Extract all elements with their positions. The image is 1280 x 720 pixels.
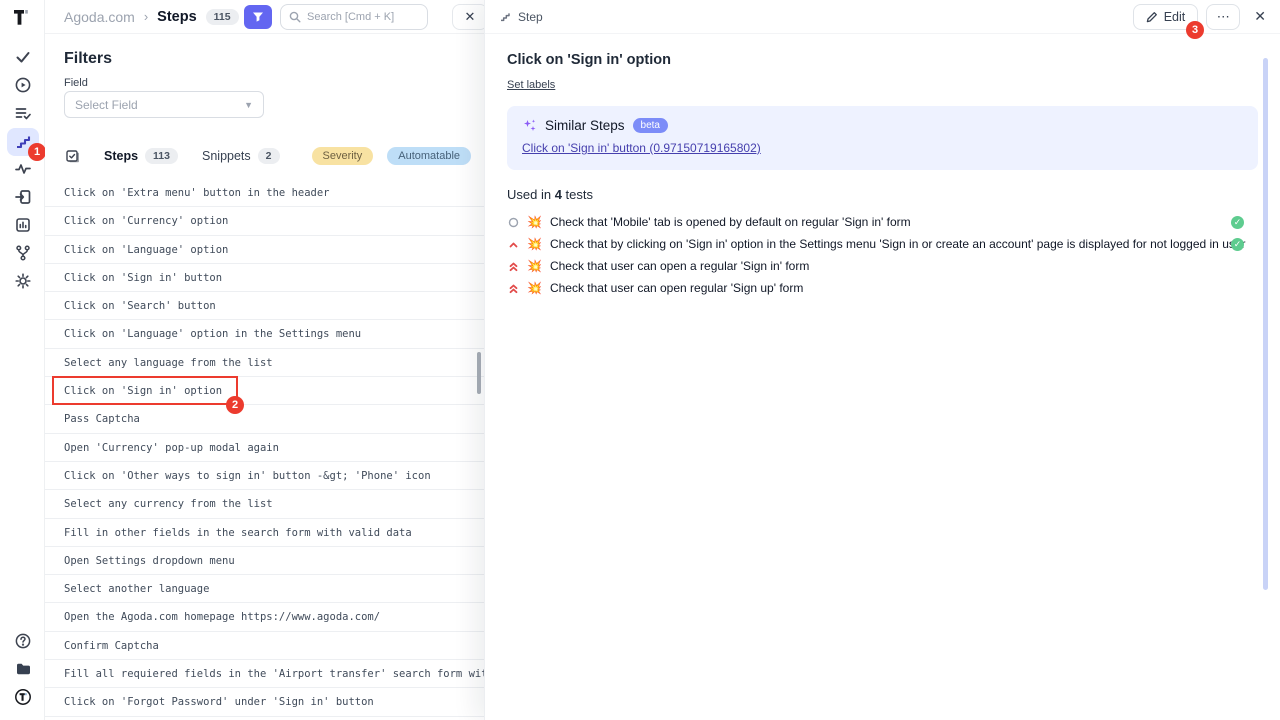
more-options-button[interactable]: ⋯ [1206, 4, 1240, 30]
beta-badge: beta [633, 118, 668, 133]
passed-check-icon: ✓ [1231, 238, 1244, 251]
search-input[interactable] [307, 11, 417, 23]
tab-snippets-label: Snippets [202, 149, 251, 163]
collision-emoji-icon: 💥 [527, 237, 542, 251]
copy-check-icon[interactable] [64, 148, 80, 164]
priority-none-icon [507, 217, 519, 228]
test-title[interactable]: Check that 'Mobile' tab is opened by def… [550, 215, 911, 229]
annotation-badge-2: 2 [226, 396, 244, 414]
test-row[interactable]: 💥 Check that by clicking on 'Sign in' opt… [507, 233, 1258, 255]
sidebar-help-icon[interactable] [11, 629, 35, 653]
annotation-badge-3: 3 [1186, 21, 1204, 39]
collision-emoji-icon: 💥 [527, 215, 542, 229]
tab-snippets[interactable]: Snippets 2 [202, 148, 280, 164]
test-row[interactable]: 💥 Check that user can open regular 'Sign … [507, 277, 1258, 299]
used-in-suffix: tests [562, 187, 593, 202]
sidebar-import-icon[interactable] [11, 185, 35, 209]
funnel-icon [252, 11, 264, 23]
sidebar-plans-icon[interactable] [11, 101, 35, 125]
test-row[interactable]: 💥 Check that user can open a regular 'Sig… [507, 255, 1258, 277]
similar-step-link[interactable]: Click on 'Sign in' button (0.97150719165… [522, 141, 761, 155]
field-label: Field [64, 77, 88, 89]
used-in-prefix: Used in [507, 187, 555, 202]
page-title: Steps [157, 9, 197, 25]
filter-badge-severity[interactable]: Severity [312, 147, 374, 165]
breadcrumb-separator: › [144, 9, 148, 24]
search-icon [289, 11, 301, 23]
steps-total-badge: 115 [206, 9, 239, 25]
passed-check-icon: ✓ [1231, 216, 1244, 229]
right-panel-scrollbar[interactable] [1263, 58, 1268, 590]
sparkles-icon [522, 118, 537, 133]
test-title[interactable]: Check that user can open a regular 'Sign… [550, 259, 809, 273]
edit-button-label: Edit [1164, 10, 1186, 24]
sidebar-settings-icon[interactable] [11, 269, 35, 293]
select-field-placeholder: Select Field [75, 98, 138, 112]
step-detail-panel: Step Edit ⋯ ✕ Click on 'Sign in' option … [484, 0, 1280, 720]
close-search-button[interactable]: ✕ [452, 4, 488, 30]
similar-steps-title: Similar Steps [545, 118, 625, 133]
chevron-down-icon: ▼ [244, 100, 253, 110]
test-title[interactable]: Check that user can open regular 'Sign u… [550, 281, 803, 295]
used-in-tests-label: Used in 4 tests [507, 187, 1258, 202]
tab-steps[interactable]: Steps 113 [104, 148, 178, 164]
filter-button[interactable] [244, 5, 272, 29]
priority-highest-icon [507, 261, 519, 272]
left-panel-scrollbar[interactable] [477, 352, 481, 394]
similar-steps-box: Similar Steps beta Click on 'Sign in' bu… [507, 106, 1258, 170]
used-in-count: 4 [555, 187, 562, 202]
annotation-highlight-box [52, 376, 238, 405]
sidebar-runs-icon[interactable] [11, 73, 35, 97]
step-panel-label: Step [518, 10, 543, 24]
search-box[interactable] [280, 4, 428, 30]
test-row[interactable]: 💥 Check that 'Mobile' tab is opened by de… [507, 211, 1258, 233]
collision-emoji-icon: 💥 [527, 259, 542, 273]
breadcrumb-project[interactable]: Agoda.com [64, 9, 135, 25]
test-title[interactable]: Check that by clicking on 'Sign in' opti… [550, 237, 1246, 251]
close-panel-button[interactable]: ✕ [1254, 8, 1266, 25]
app-logo-icon [11, 7, 33, 29]
filters-heading: Filters [64, 50, 112, 68]
sidebar-reports-icon[interactable] [11, 213, 35, 237]
tab-steps-count: 113 [145, 148, 178, 164]
pencil-icon [1146, 11, 1158, 23]
sidebar-brand-icon[interactable] [11, 685, 35, 709]
sidebar-activity-icon[interactable] [11, 157, 35, 181]
tests-list: 💥 Check that 'Mobile' tab is opened by de… [507, 211, 1258, 299]
priority-highest-icon [507, 283, 519, 294]
sidebar: 1 [0, 0, 45, 720]
tab-snippets-count: 2 [258, 148, 280, 164]
select-field-dropdown[interactable]: Select Field ▼ [64, 91, 264, 118]
step-panel-header: Step Edit ⋯ ✕ [485, 0, 1280, 34]
sidebar-branches-icon[interactable] [11, 241, 35, 265]
step-title: Click on 'Sign in' option [507, 52, 1258, 68]
annotation-badge-1: 1 [28, 143, 46, 161]
sidebar-projects-icon[interactable] [11, 657, 35, 681]
sidebar-tests-icon[interactable] [11, 45, 35, 69]
priority-high-icon [507, 239, 519, 250]
tab-steps-label: Steps [104, 149, 138, 163]
step-icon [499, 11, 511, 23]
filter-badge-automatable[interactable]: Automatable [387, 147, 471, 165]
collision-emoji-icon: 💥 [527, 281, 542, 295]
set-labels-link[interactable]: Set labels [507, 79, 555, 91]
